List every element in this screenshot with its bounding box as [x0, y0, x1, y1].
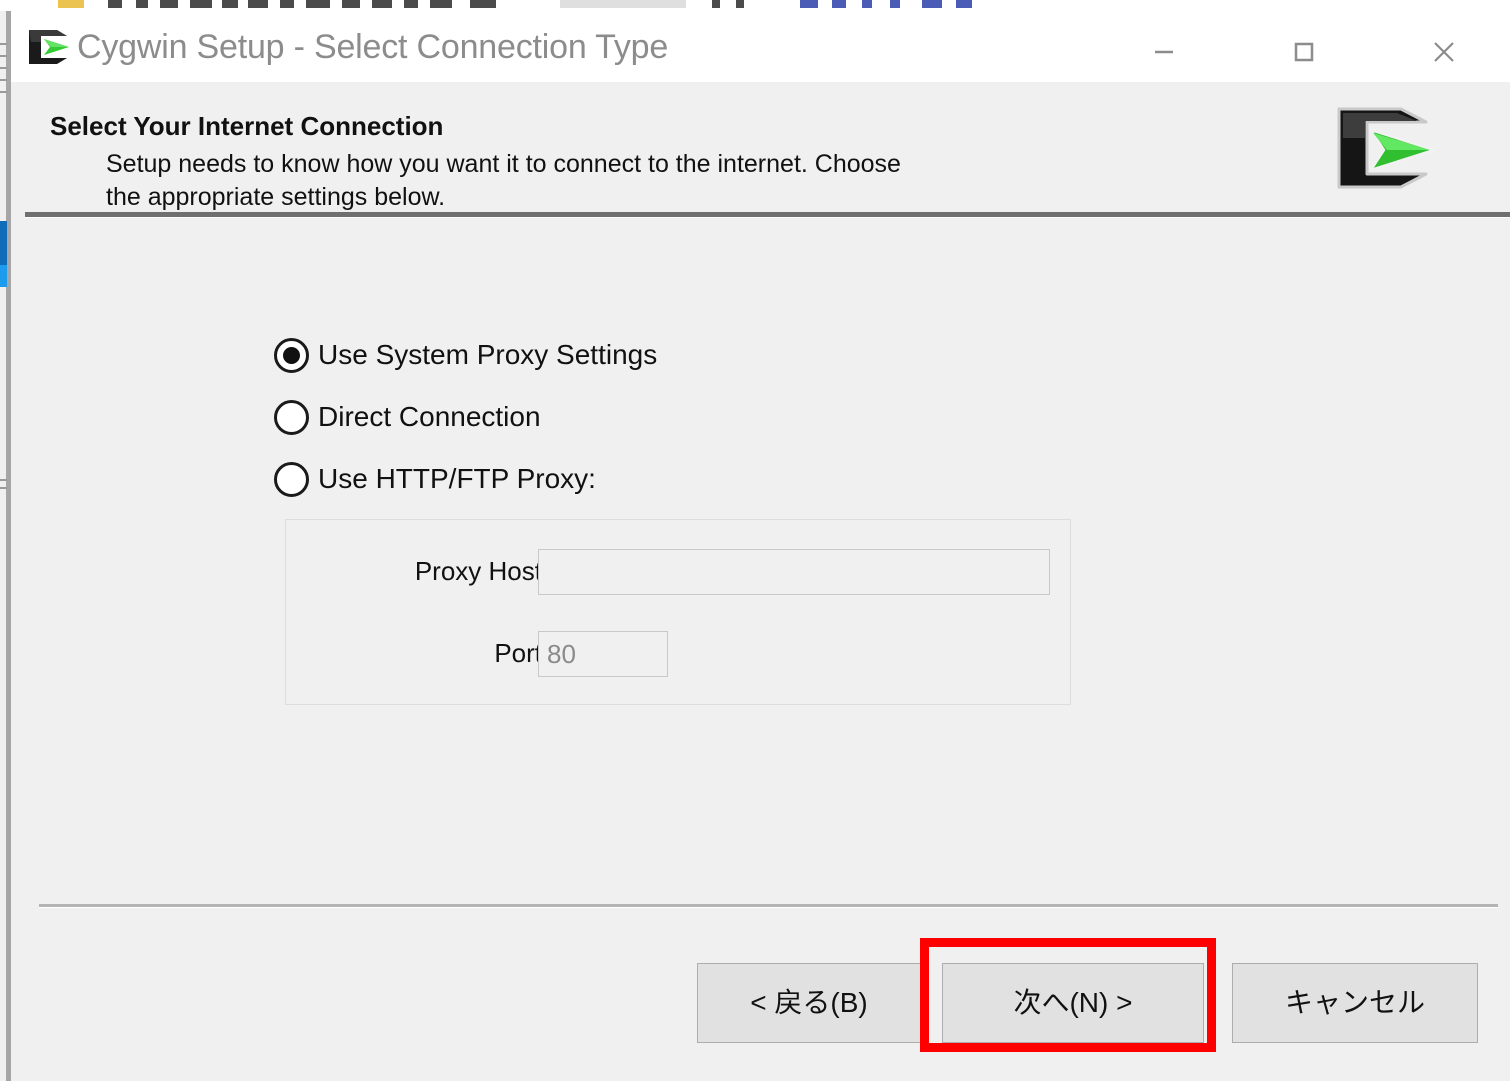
dialog-content: Use System Proxy Settings Direct Connect… — [11, 218, 1510, 901]
bg-text-fragment — [248, 0, 268, 8]
radio-button-icon[interactable] — [274, 337, 309, 373]
cygwin-setup-dialog: Cygwin Setup - Select Connection Type Se… — [11, 11, 1510, 1081]
page-description-line-2: the appropriate settings below. — [106, 183, 446, 211]
cygwin-logo-icon — [27, 28, 75, 66]
port-label: Port — [494, 638, 542, 668]
bg-text-fragment — [222, 0, 238, 8]
radio-option-label: Use System Proxy Settings — [318, 339, 658, 370]
bg-line-fragment — [0, 91, 7, 93]
cancel-button[interactable]: キャンセル — [1232, 963, 1478, 1043]
bg-text-fragment — [712, 0, 720, 8]
bg-text-fragment — [280, 0, 294, 8]
bg-text-fragment — [372, 0, 392, 8]
back-button[interactable]: < 戻る(B) — [697, 963, 921, 1043]
bg-text-fragment — [890, 0, 900, 8]
bg-line-fragment — [0, 479, 7, 481]
bg-text-fragment — [956, 0, 972, 8]
bg-selection-highlight — [0, 221, 7, 265]
radio-option-label: Direct Connection — [318, 401, 541, 432]
bg-line-fragment — [0, 79, 7, 81]
footer-divider — [39, 904, 1498, 908]
bg-text-fragment — [306, 0, 330, 8]
radio-button-icon[interactable] — [274, 461, 309, 497]
bg-text-fragment — [404, 0, 418, 8]
bg-line-fragment — [0, 43, 7, 45]
cygwin-logo-icon — [1331, 104, 1441, 192]
page-description-line-1: Setup needs to know how you want it to c… — [106, 150, 901, 178]
bg-text-fragment — [922, 0, 942, 8]
radio-option-label: Use HTTP/FTP Proxy: — [318, 463, 596, 494]
bg-text-fragment — [136, 0, 148, 8]
radio-button-icon[interactable] — [274, 399, 309, 435]
bg-text-fragment — [832, 0, 846, 8]
bg-text-fragment — [470, 0, 496, 8]
bg-text-fragment — [736, 0, 744, 8]
bg-text-fragment — [800, 0, 818, 8]
proxy-settings-group: Proxy Host Port — [285, 519, 1071, 705]
minimize-icon[interactable] — [1133, 29, 1195, 75]
next-button[interactable]: 次へ(N) > — [942, 963, 1204, 1043]
bg-selection-highlight — [0, 265, 7, 287]
bg-text-fragment — [862, 0, 872, 8]
bg-field-fragment — [560, 0, 686, 8]
bg-line-fragment — [0, 55, 7, 57]
page-title: Select Your Internet Connection — [50, 111, 444, 141]
bg-text-fragment — [160, 0, 178, 8]
bg-text-fragment — [58, 0, 84, 8]
maximize-icon[interactable] — [1273, 29, 1335, 75]
proxy-host-label: Proxy Host — [414, 556, 542, 586]
radio-option-direct-connection[interactable]: Direct Connection — [274, 397, 541, 437]
dialog-header: Select Your Internet Connection Setup ne… — [11, 82, 1510, 214]
radio-option-system-proxy[interactable]: Use System Proxy Settings — [274, 335, 657, 375]
window-title: Cygwin Setup - Select Connection Type — [77, 28, 669, 66]
bg-line-fragment — [0, 487, 7, 489]
bg-text-fragment — [190, 0, 212, 8]
background-window-top-sliver — [0, 0, 1510, 11]
bg-text-fragment — [342, 0, 360, 8]
close-icon[interactable] — [1413, 29, 1475, 75]
radio-option-http-ftp-proxy[interactable]: Use HTTP/FTP Proxy: — [274, 459, 596, 499]
proxy-host-input[interactable] — [538, 549, 1050, 595]
bg-line-fragment — [0, 67, 7, 69]
bg-text-fragment — [108, 0, 122, 8]
bg-text-fragment — [430, 0, 452, 8]
port-input[interactable] — [538, 631, 668, 677]
title-bar: Cygwin Setup - Select Connection Type — [11, 11, 1510, 82]
